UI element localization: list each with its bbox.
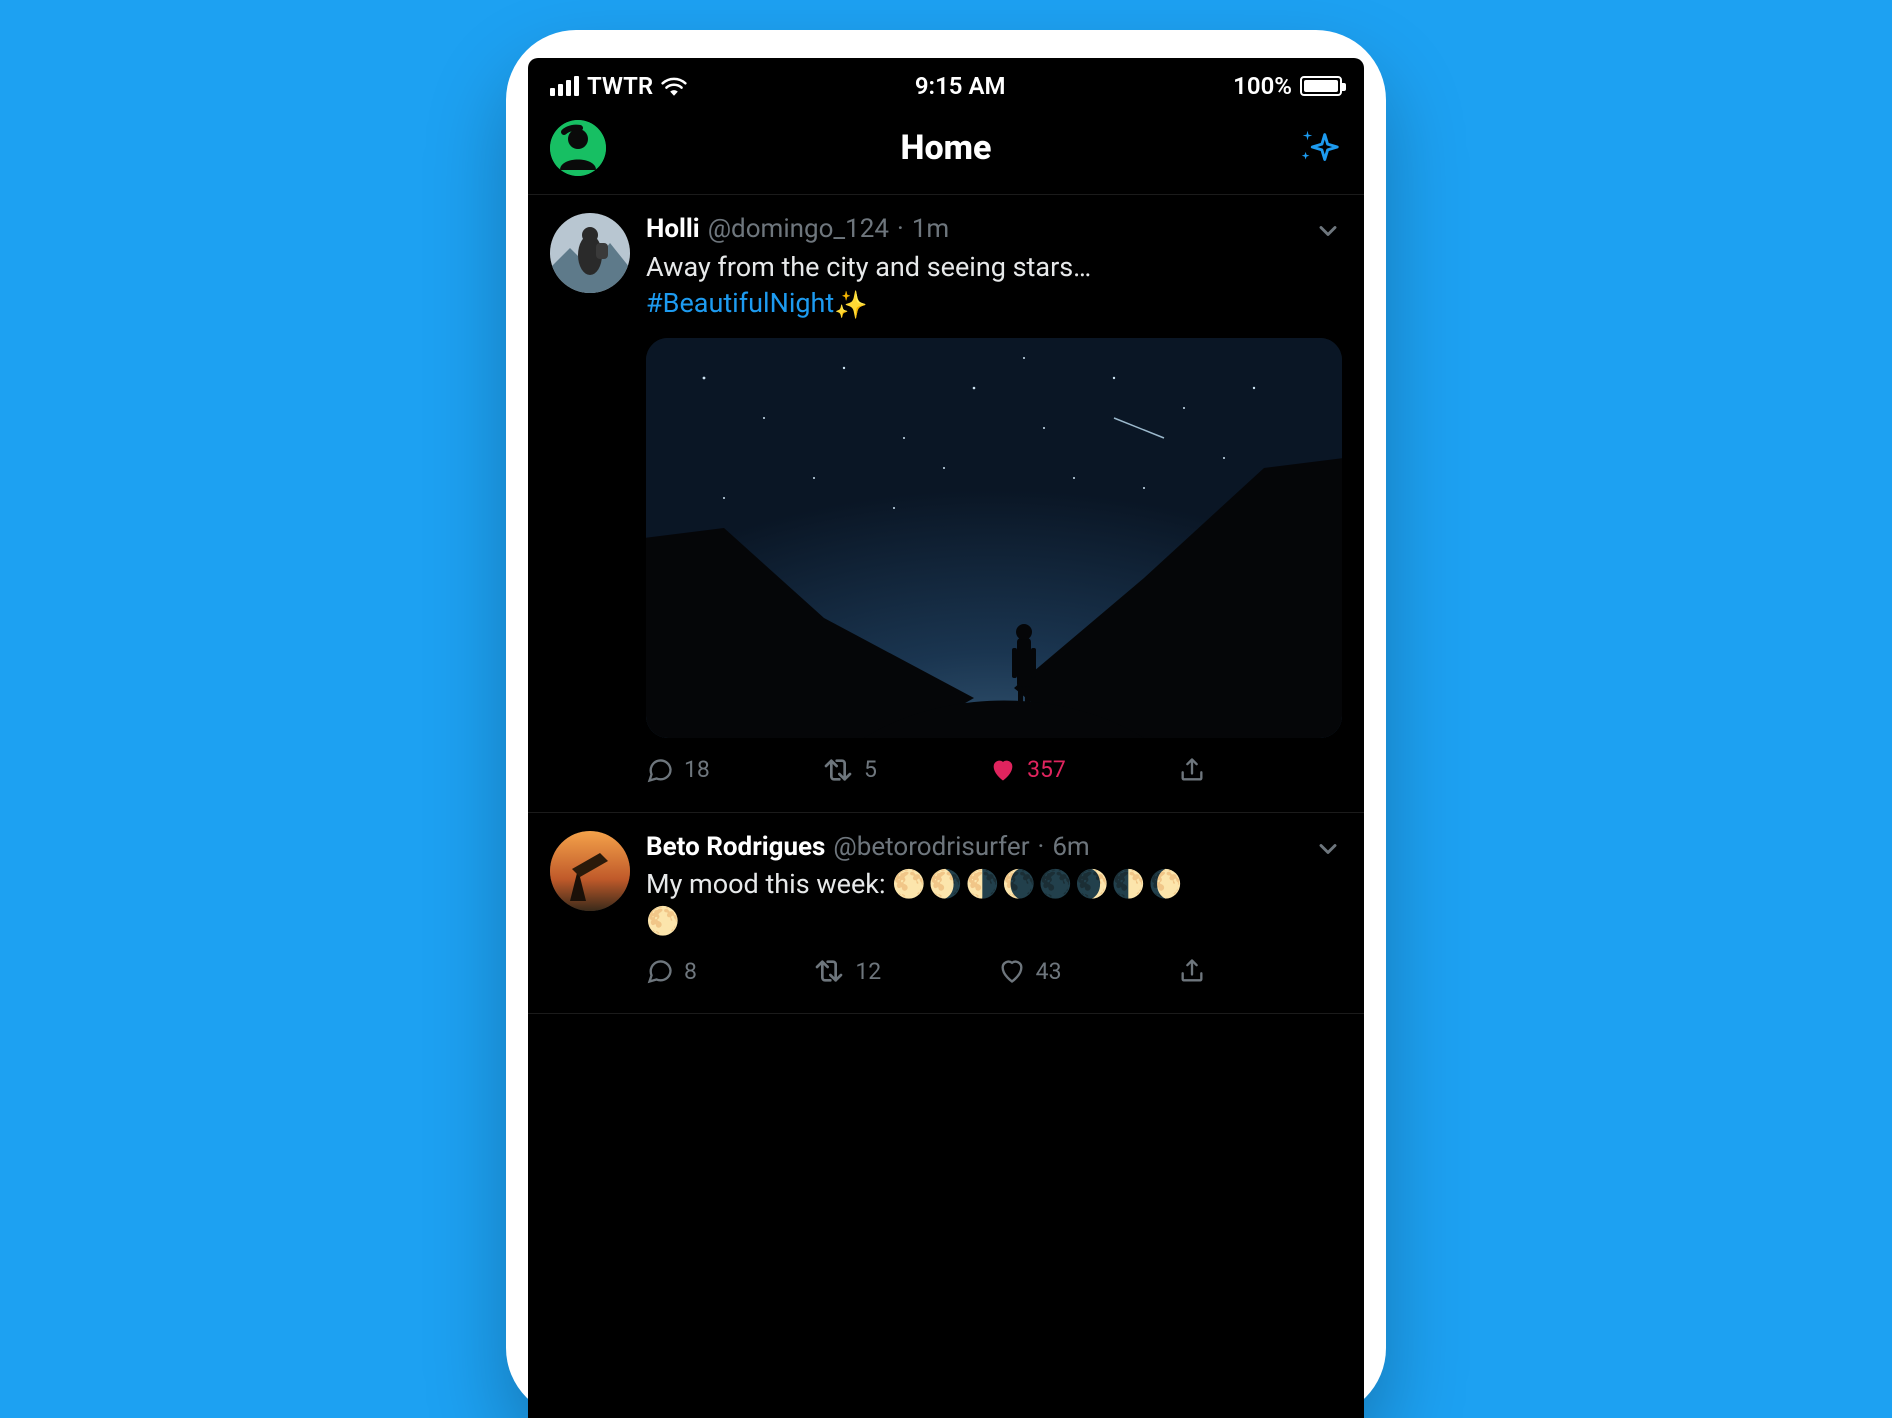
status-right: 100% xyxy=(1233,72,1342,100)
status-bar: TWTR 9:15 AM 100% xyxy=(528,58,1364,108)
profile-avatar[interactable] xyxy=(550,120,606,176)
tweet-text: My mood this week: 🌕🌖🌗🌘🌑🌒🌓🌔 🌕 xyxy=(646,866,1342,939)
phone-frame: TWTR 9:15 AM 100% xyxy=(506,30,1386,1418)
retweet-button[interactable]: 5 xyxy=(822,756,877,784)
separator: · xyxy=(1038,831,1045,865)
share-button[interactable] xyxy=(1178,756,1206,784)
phone-screen: TWTR 9:15 AM 100% xyxy=(528,58,1364,1418)
tweet-avatar-col xyxy=(550,831,646,1008)
timestamp: 6m xyxy=(1052,831,1089,865)
tweet-menu-caret[interactable] xyxy=(1314,217,1342,249)
tweet-header: Beto Rodrigues @betorodrisurfer · 6m xyxy=(646,831,1342,865)
carrier-label: TWTR xyxy=(587,72,653,100)
tweet-text-line: Away from the city and seeing stars… xyxy=(646,251,1091,283)
tweet-avatar-col xyxy=(550,213,646,806)
tweet-actions: 8 12 43 xyxy=(646,939,1246,1007)
reply-button[interactable]: 18 xyxy=(646,756,710,784)
cellular-signal-icon xyxy=(550,76,579,96)
tweet-body: Holli @domingo_124 · 1m Away from the ci… xyxy=(646,213,1342,806)
display-name[interactable]: Holli xyxy=(646,213,700,247)
handle[interactable]: @domingo_124 xyxy=(708,213,889,247)
wifi-icon xyxy=(661,76,687,96)
separator: · xyxy=(897,213,904,247)
like-count: 43 xyxy=(1036,958,1062,985)
battery-icon xyxy=(1300,76,1342,96)
avatar[interactable] xyxy=(550,213,630,293)
tweet-header: Holli @domingo_124 · 1m xyxy=(646,213,1342,247)
tweet-actions: 18 5 357 xyxy=(646,738,1246,806)
timeline-options-button[interactable] xyxy=(1286,125,1342,171)
tweet-text: Away from the city and seeing stars… #Be… xyxy=(646,249,1342,324)
moon-emojis: 🌕🌖🌗🌘🌑🌒🌓🌔 xyxy=(892,868,1185,900)
retweet-count: 12 xyxy=(855,958,881,985)
retweet-count: 5 xyxy=(864,756,877,783)
timestamp: 1m xyxy=(912,213,949,247)
hashtag-link[interactable]: #BeautifulNight xyxy=(646,287,834,319)
handle[interactable]: @betorodrisurfer xyxy=(833,831,1029,865)
battery-percent: 100% xyxy=(1233,72,1292,100)
tweet-media[interactable] xyxy=(646,338,1342,738)
reply-count: 8 xyxy=(684,958,697,985)
status-time: 9:15 AM xyxy=(915,72,1006,100)
status-left: TWTR xyxy=(550,72,687,100)
like-button[interactable]: 357 xyxy=(989,756,1066,784)
tweet[interactable]: Beto Rodrigues @betorodrisurfer · 6m My … xyxy=(528,813,1364,1015)
display-name[interactable]: Beto Rodrigues xyxy=(646,831,825,865)
like-button[interactable]: 43 xyxy=(998,957,1062,985)
sparkle-emoji-icon: ✨ xyxy=(834,287,868,323)
like-count: 357 xyxy=(1027,756,1066,783)
moon-emojis-line2: 🌕 xyxy=(646,905,683,937)
tweet-menu-caret[interactable] xyxy=(1314,835,1342,867)
nav-header: Home xyxy=(528,108,1364,195)
avatar[interactable] xyxy=(550,831,630,911)
tweet[interactable]: Holli @domingo_124 · 1m Away from the ci… xyxy=(528,195,1364,813)
tweet-text-prefix: My mood this week: xyxy=(646,868,892,900)
retweet-button[interactable]: 12 xyxy=(813,957,881,985)
tweet-body: Beto Rodrigues @betorodrisurfer · 6m My … xyxy=(646,831,1342,1008)
page-title: Home xyxy=(901,128,992,168)
share-button[interactable] xyxy=(1178,957,1206,985)
reply-button[interactable]: 8 xyxy=(646,957,697,985)
reply-count: 18 xyxy=(684,756,710,783)
